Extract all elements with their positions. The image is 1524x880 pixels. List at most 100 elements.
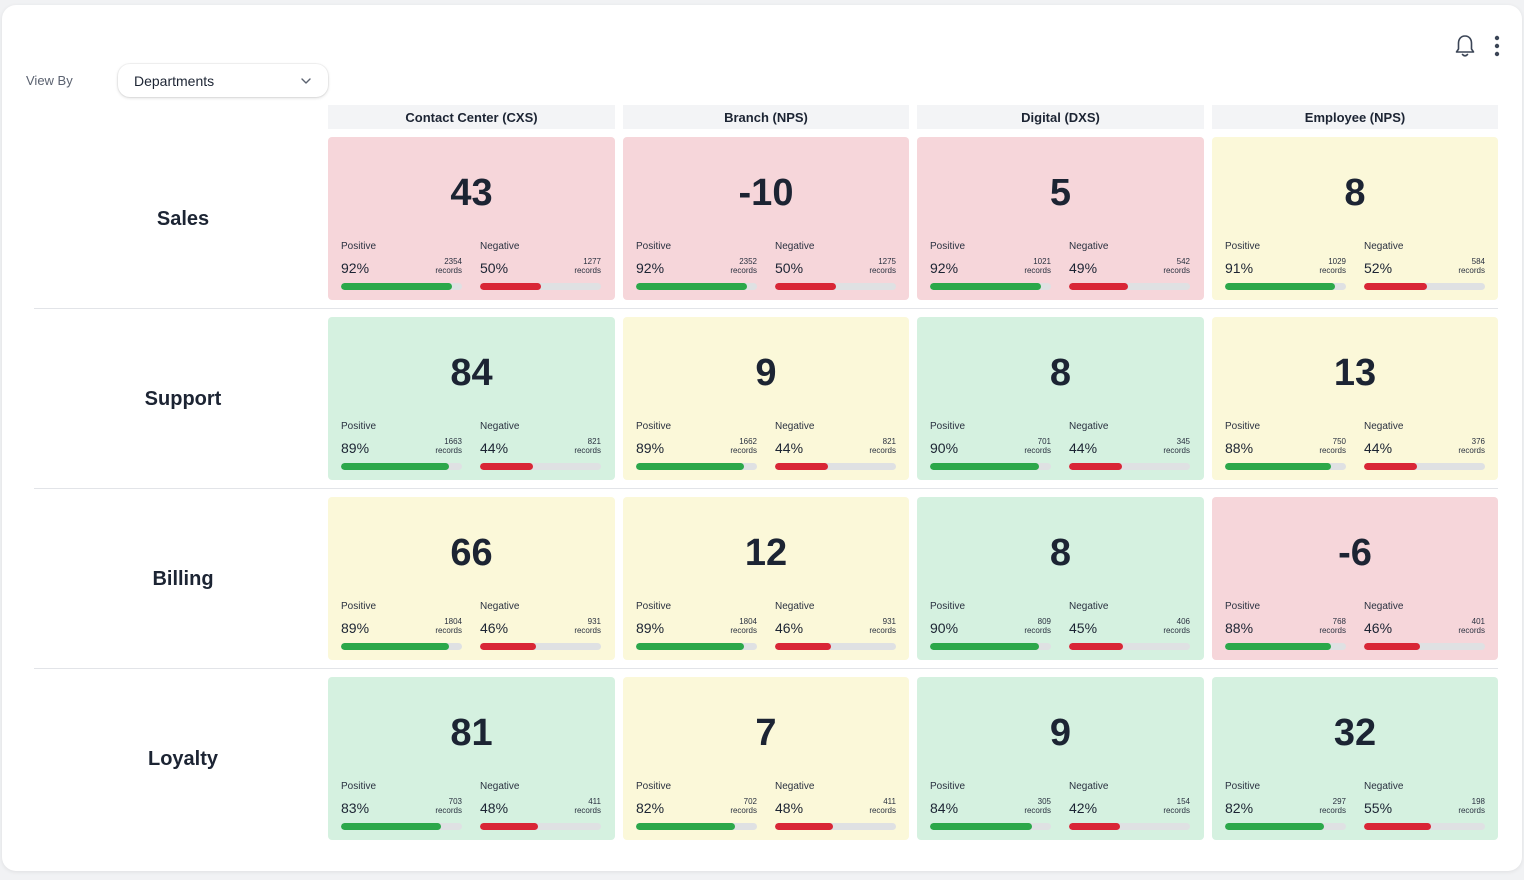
negative-bar-track xyxy=(775,463,896,470)
view-by-label: View By xyxy=(26,73,73,88)
score-value: 9 xyxy=(1049,712,1072,754)
positive-percent: 89% xyxy=(341,440,370,456)
positive-label: Positive xyxy=(930,781,966,792)
negative-metric: Negative 52% 584 records xyxy=(1364,241,1485,291)
negative-records: 584 records xyxy=(1458,257,1485,275)
negative-record-count: 584 xyxy=(1471,257,1485,266)
positive-bar-fill xyxy=(1225,463,1332,470)
records-unit: records xyxy=(1024,806,1051,815)
positive-metric: Positive 88% 750 records xyxy=(1225,421,1346,471)
score-card[interactable]: 8 Positive 90% 701 records Negative 44% 345 reco… xyxy=(917,317,1204,480)
score-card[interactable]: 43 Positive 92% 2354 records Negative 50% 1277 r… xyxy=(328,137,615,300)
score-value: 32 xyxy=(1333,712,1377,754)
negative-label: Negative xyxy=(480,241,520,252)
positive-bar-fill xyxy=(636,283,748,290)
score-card[interactable]: 8 Positive 90% 809 records Negative 45% 406 reco… xyxy=(917,497,1204,660)
view-by-dropdown[interactable]: Departments xyxy=(118,64,328,97)
positive-records: 768 records xyxy=(1319,617,1346,635)
negative-label: Negative xyxy=(1069,421,1109,432)
positive-record-count: 809 xyxy=(1037,617,1051,626)
positive-percent: 88% xyxy=(1225,620,1254,636)
negative-records: 411 records xyxy=(869,797,896,815)
bell-icon[interactable] xyxy=(1452,33,1478,59)
score-card[interactable]: 9 Positive 89% 1662 records Negative 44% 821 rec… xyxy=(623,317,909,480)
records-unit: records xyxy=(1458,806,1485,815)
more-vertical-icon[interactable] xyxy=(1492,33,1502,59)
score-card[interactable]: 9 Positive 84% 305 records Negative 42% 154 reco… xyxy=(917,677,1204,840)
negative-label: Negative xyxy=(775,601,815,612)
score-value: 66 xyxy=(450,532,493,574)
records-unit: records xyxy=(435,626,462,635)
negative-percent: 48% xyxy=(775,800,804,816)
row-label: Support xyxy=(144,387,222,410)
positive-bar-track xyxy=(930,823,1051,830)
positive-records: 2352 records xyxy=(730,257,757,275)
negative-records: 1277 records xyxy=(574,257,601,275)
score-value: 7 xyxy=(755,712,777,754)
positive-bar-track xyxy=(930,643,1051,650)
positive-percent: 82% xyxy=(1225,800,1254,816)
negative-label: Negative xyxy=(1364,241,1404,252)
score-card[interactable]: -10 Positive 92% 2352 records Negative 50% 1275… xyxy=(623,137,909,300)
positive-label: Positive xyxy=(341,241,377,252)
records-unit: records xyxy=(869,626,896,635)
positive-metric: Positive 84% 305 records xyxy=(930,781,1051,831)
score-card[interactable]: 8 Positive 91% 1029 records Negative 52% 584 rec… xyxy=(1212,137,1498,300)
records-unit: records xyxy=(435,266,462,275)
score-card[interactable]: 81 Positive 83% 703 records Negative 48% 411 rec… xyxy=(328,677,615,840)
negative-metric: Negative 50% 1275 records xyxy=(775,241,896,291)
negative-bar-fill xyxy=(480,643,536,650)
negative-label: Negative xyxy=(1069,241,1109,252)
negative-bar-track xyxy=(775,643,896,650)
negative-records: 821 records xyxy=(574,437,601,455)
negative-records: 401 records xyxy=(1458,617,1485,635)
negative-bar-fill xyxy=(1069,283,1129,290)
score-card[interactable]: 66 Positive 89% 1804 records Negative 46% 931 re… xyxy=(328,497,615,660)
negative-records: 411 records xyxy=(574,797,601,815)
negative-records: 198 records xyxy=(1458,797,1485,815)
score-card[interactable]: 13 Positive 88% 750 records Negative 44% 376 rec… xyxy=(1212,317,1498,480)
records-unit: records xyxy=(574,626,601,635)
negative-bar-fill xyxy=(775,643,831,650)
score-card[interactable]: 7 Positive 82% 702 records Negative 48% 411 reco… xyxy=(623,677,909,840)
score-card[interactable]: 12 Positive 89% 1804 records Negative 46% 931 re… xyxy=(623,497,909,660)
negative-bar-fill xyxy=(480,823,539,830)
negative-record-count: 154 xyxy=(1176,797,1190,806)
score-card[interactable]: 84 Positive 89% 1663 records Negative 44% 821 re… xyxy=(328,317,615,480)
negative-bar-fill xyxy=(1069,463,1123,470)
score-value: 8 xyxy=(1049,532,1072,574)
negative-record-count: 931 xyxy=(882,617,896,626)
negative-metric: Negative 46% 931 records xyxy=(480,601,601,651)
records-unit: records xyxy=(730,806,757,815)
negative-bar-fill xyxy=(480,463,534,470)
negative-record-count: 345 xyxy=(1176,437,1190,446)
positive-percent: 91% xyxy=(1225,260,1254,276)
negative-bar-track xyxy=(1364,643,1485,650)
positive-metric: Positive 92% 2354 records xyxy=(341,241,462,291)
column-header: Employee (NPS) xyxy=(1212,105,1498,129)
negative-label: Negative xyxy=(1364,781,1404,792)
positive-record-count: 703 xyxy=(448,797,462,806)
positive-records: 1662 records xyxy=(730,437,757,455)
top-toolbar xyxy=(1452,33,1502,59)
negative-percent: 45% xyxy=(1069,620,1098,636)
positive-label: Positive xyxy=(341,781,377,792)
positive-bar-fill xyxy=(930,823,1032,830)
row-label: Loyalty xyxy=(147,747,219,770)
negative-record-count: 1275 xyxy=(878,257,896,266)
score-card[interactable]: 5 Positive 92% 1021 records Negative 49% 542 rec… xyxy=(917,137,1204,300)
positive-percent: 90% xyxy=(930,440,959,456)
records-unit: records xyxy=(869,806,896,815)
score-value: -6 xyxy=(1338,532,1372,574)
positive-metric: Positive 82% 702 records xyxy=(636,781,757,831)
negative-metric: Negative 46% 931 records xyxy=(775,601,896,651)
positive-percent: 89% xyxy=(636,620,665,636)
positive-records: 703 records xyxy=(435,797,462,815)
column-header: Branch (NPS) xyxy=(623,105,909,129)
positive-label: Positive xyxy=(1225,241,1261,252)
score-card[interactable]: 32 Positive 82% 297 records Negative 55% 198 rec… xyxy=(1212,677,1498,840)
score-card[interactable]: -6 Positive 88% 768 records Negative 46% 401 rec… xyxy=(1212,497,1498,660)
records-unit: records xyxy=(730,626,757,635)
negative-label: Negative xyxy=(775,781,815,792)
positive-metric: Positive 89% 1804 records xyxy=(341,601,462,651)
